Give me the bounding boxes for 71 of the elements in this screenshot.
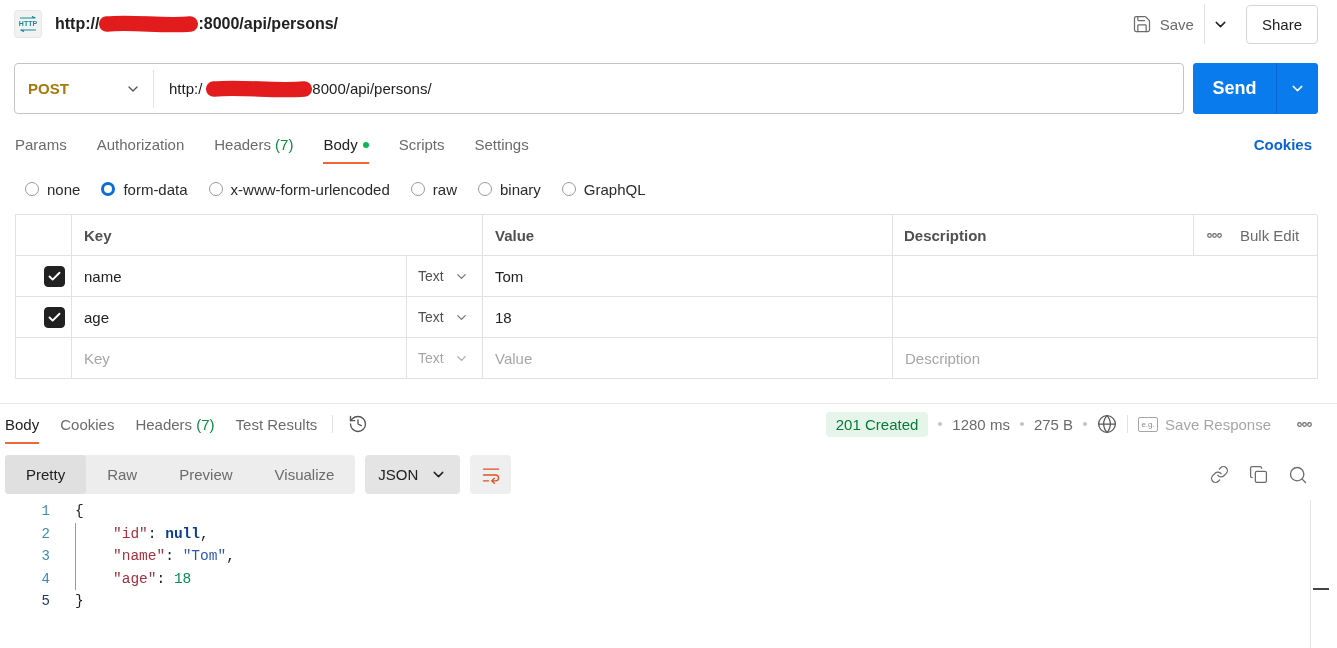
body-type-option[interactable]: x-www-form-urlencoded bbox=[208, 180, 390, 198]
request-tab[interactable]: Authorization bbox=[96, 125, 185, 164]
column-header: Key bbox=[84, 226, 112, 244]
column-header: Description bbox=[904, 226, 987, 244]
code-line: "age": 18 bbox=[75, 567, 192, 590]
code-line: "name": "Tom", bbox=[75, 545, 235, 568]
code-line: { bbox=[75, 502, 84, 521]
checkbox[interactable] bbox=[44, 265, 65, 287]
response-tab[interactable]: Body bbox=[5, 404, 40, 444]
response-tab[interactable]: Headers (7) bbox=[135, 404, 215, 444]
response-tab[interactable]: Test Results bbox=[235, 404, 318, 444]
save-button[interactable]: Save bbox=[1131, 14, 1194, 34]
send-button[interactable]: Send bbox=[1193, 63, 1277, 114]
copy-icon[interactable] bbox=[1249, 465, 1268, 484]
save-response-button[interactable]: e.g. Save Response bbox=[1138, 415, 1271, 433]
link-icon[interactable] bbox=[1210, 465, 1229, 484]
view-mode-button[interactable]: Preview bbox=[158, 455, 254, 494]
response-time: 1280 ms bbox=[952, 415, 1010, 433]
line-number: 4 bbox=[40, 569, 50, 589]
value-cell: Tom bbox=[495, 267, 524, 285]
status-badge: 201 Created bbox=[825, 411, 929, 437]
line-number: 2 bbox=[40, 524, 50, 544]
wrap-lines-button[interactable] bbox=[470, 455, 512, 494]
body-type-option[interactable]: form-data bbox=[101, 180, 188, 198]
request-tab[interactable]: Params bbox=[15, 125, 67, 164]
response-size: 275 B bbox=[1033, 415, 1074, 433]
format-select[interactable]: JSON bbox=[365, 455, 461, 494]
body-type-option[interactable]: binary bbox=[477, 180, 541, 198]
line-number: 1 bbox=[40, 502, 50, 521]
globe-icon[interactable] bbox=[1097, 414, 1118, 434]
search-icon[interactable] bbox=[1288, 464, 1308, 485]
ellipsis-icon bbox=[1207, 232, 1222, 238]
request-tab[interactable]: Scripts bbox=[398, 125, 445, 164]
request-tab[interactable]: Settings bbox=[474, 125, 529, 164]
line-number: 3 bbox=[40, 547, 50, 566]
view-mode-button[interactable]: Raw bbox=[86, 455, 159, 494]
line-number: 5 bbox=[40, 592, 50, 611]
body-type-option[interactable]: none bbox=[25, 180, 81, 198]
key-cell: name bbox=[84, 267, 122, 285]
separator-dot bbox=[1019, 422, 1024, 426]
code-line: "id": null, bbox=[75, 522, 209, 545]
request-title-text: http:// bbox=[55, 15, 100, 33]
cookies-link[interactable]: Cookies bbox=[1253, 136, 1312, 153]
ellipsis-icon bbox=[1297, 421, 1312, 427]
request-tab[interactable]: Headers (7) bbox=[214, 125, 294, 164]
body-type-option[interactable]: raw bbox=[410, 180, 457, 198]
separator-dot bbox=[938, 422, 943, 426]
view-mode-button[interactable]: Visualize bbox=[253, 455, 356, 494]
code-line: } bbox=[75, 592, 84, 611]
scroll-marker bbox=[1313, 588, 1329, 590]
method-select[interactable]: POST bbox=[15, 64, 153, 113]
body-type-option[interactable]: GraphQL bbox=[561, 180, 646, 198]
example-badge: e.g. bbox=[1138, 416, 1159, 432]
request-title-text: :8000/api/persons/ bbox=[198, 15, 339, 33]
type-select[interactable]: Text bbox=[418, 309, 469, 325]
checkbox[interactable] bbox=[44, 306, 65, 328]
response-tab[interactable]: Cookies bbox=[60, 404, 115, 444]
bulk-edit-button[interactable]: Bulk Edit bbox=[1207, 226, 1300, 244]
separator-dot bbox=[1083, 422, 1088, 426]
key-cell: age bbox=[84, 308, 110, 326]
history-icon[interactable] bbox=[348, 414, 369, 434]
description-input[interactable]: Description bbox=[893, 338, 1317, 378]
share-button[interactable]: Share bbox=[1245, 4, 1318, 44]
type-select[interactable]: Text bbox=[418, 268, 469, 284]
value-input[interactable]: Value bbox=[483, 338, 892, 378]
view-mode-button[interactable]: Pretty bbox=[5, 455, 87, 494]
key-input[interactable]: Key bbox=[72, 338, 406, 378]
column-header: Value bbox=[495, 226, 535, 244]
url-input[interactable]: http:/ 8000/api/persons/ bbox=[154, 64, 1183, 113]
value-cell: 18 bbox=[495, 308, 512, 326]
request-tab[interactable]: Body bbox=[323, 125, 369, 164]
